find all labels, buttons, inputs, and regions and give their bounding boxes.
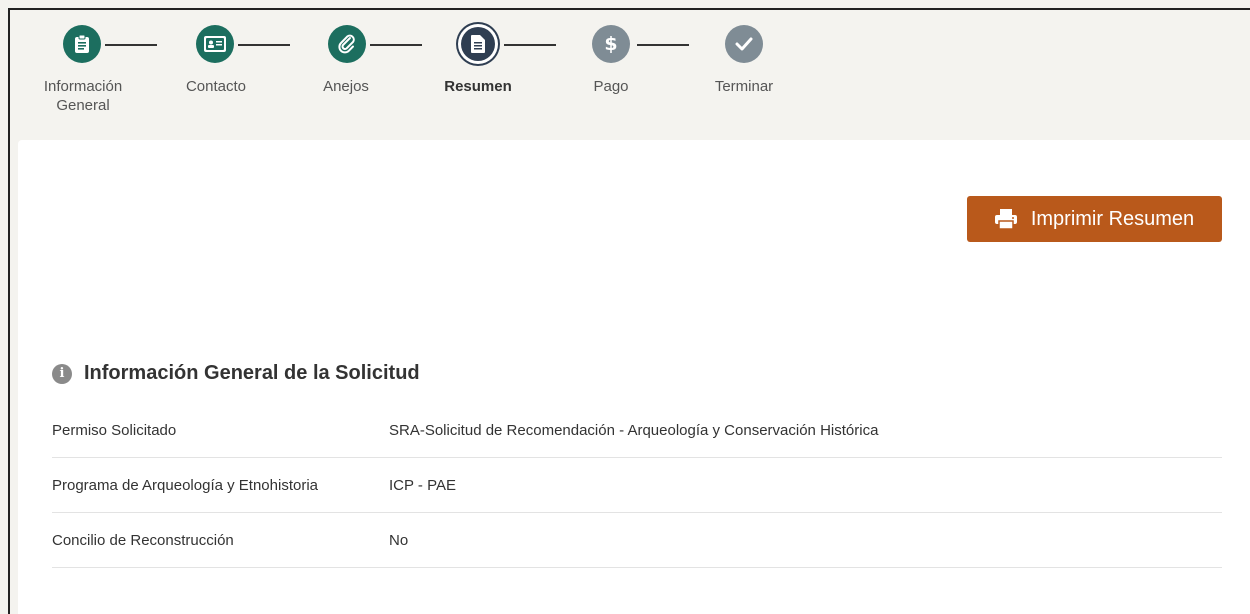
step-terminar[interactable]: [725, 25, 763, 63]
step-connector: [238, 44, 290, 46]
paperclip-icon: [338, 34, 355, 54]
step-label-informacion-general[interactable]: Información General: [32, 77, 134, 115]
step-label-resumen[interactable]: Resumen: [432, 77, 524, 96]
step-informacion-general[interactable]: [63, 25, 101, 63]
table-row: Concilio de Reconstrucción No: [52, 513, 1222, 568]
step-label-line1: Información: [43, 78, 123, 95]
progress-stepper: Información General Contacto Anejos Resu…: [10, 10, 1250, 140]
row-value: SRA-Solicitud de Recomendación - Arqueol…: [389, 421, 879, 439]
step-resumen[interactable]: [461, 27, 495, 61]
id-card-icon: [204, 36, 226, 52]
step-label-anejos[interactable]: Anejos: [300, 77, 392, 96]
step-label-terminar[interactable]: Terminar: [698, 77, 790, 96]
step-connector: [370, 44, 422, 46]
check-icon: [735, 37, 753, 51]
step-label-line2: General: [56, 97, 110, 114]
document-icon: [471, 35, 485, 53]
step-label-contacto[interactable]: Contacto: [170, 77, 262, 96]
print-summary-label: Imprimir Resumen: [1030, 207, 1195, 230]
row-label: Concilio de Reconstrucción: [52, 531, 234, 549]
summary-table: Permiso Solicitado SRA-Solicitud de Reco…: [52, 403, 1222, 568]
step-connector: [105, 44, 157, 46]
printer-icon: [994, 209, 1017, 229]
summary-card: Imprimir Resumen i Información General d…: [18, 140, 1250, 614]
print-summary-button[interactable]: Imprimir Resumen: [967, 196, 1222, 242]
step-contacto[interactable]: [196, 25, 234, 63]
row-label: Permiso Solicitado: [52, 421, 177, 439]
info-icon: i: [52, 363, 72, 384]
row-value: No: [389, 531, 409, 549]
section-title: Información General de la Solicitud: [84, 362, 420, 384]
table-row: Permiso Solicitado SRA-Solicitud de Reco…: [52, 403, 1222, 458]
row-value: ICP - PAE: [389, 476, 456, 494]
step-anejos[interactable]: [328, 25, 366, 63]
table-row: Programa de Arqueología y Etnohistoria I…: [52, 458, 1222, 513]
step-connector: [504, 44, 556, 46]
step-pago[interactable]: $: [592, 25, 630, 63]
row-label: Programa de Arqueología y Etnohistoria: [52, 476, 318, 494]
step-label-pago[interactable]: Pago: [565, 77, 657, 96]
step-connector: [637, 44, 689, 46]
clipboard-icon: [75, 34, 89, 53]
dollar-icon: $: [604, 33, 618, 55]
section-header: i Información General de la Solicitud: [52, 362, 420, 385]
